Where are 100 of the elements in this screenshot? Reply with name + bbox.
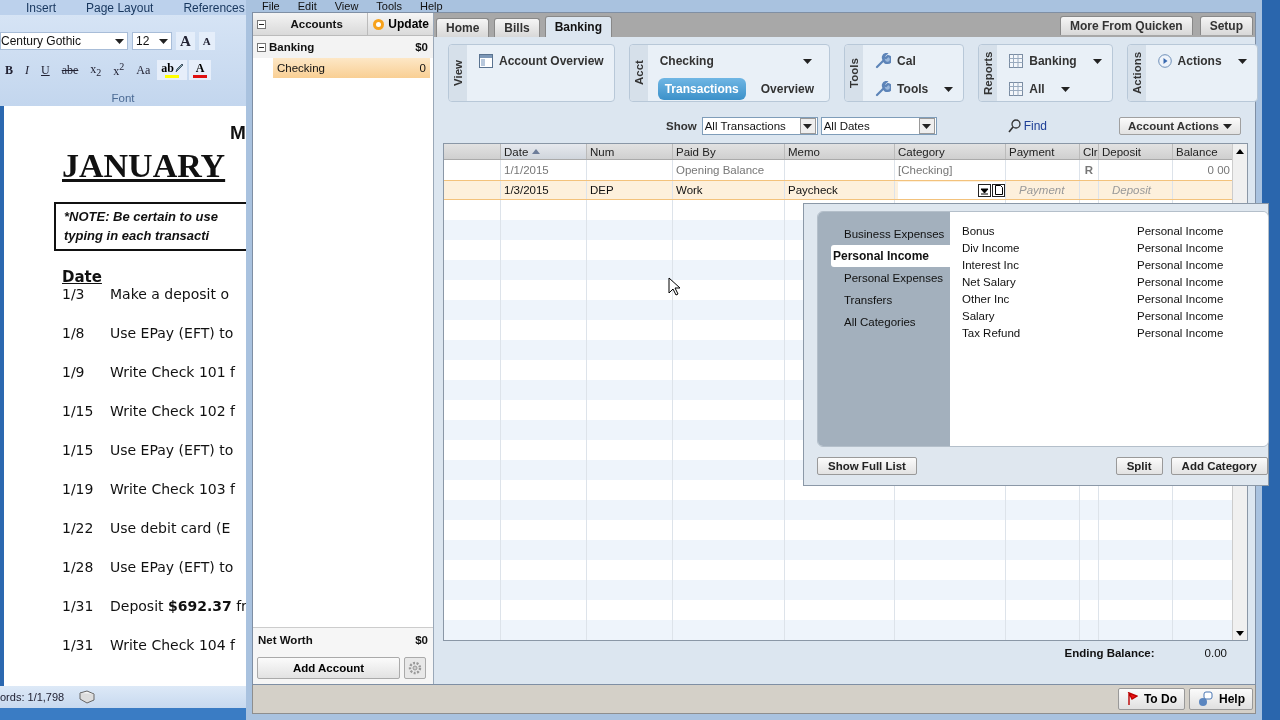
add-account-button[interactable]: Add Account [257,657,400,679]
help-button[interactable]: Help [1189,688,1253,710]
category-group[interactable]: Transfers [831,289,950,311]
document-icon[interactable] [992,183,1005,197]
toolbar-menu[interactable]: Tools [873,78,956,100]
format-button[interactable]: U [36,60,55,80]
view-toggle[interactable]: Overview [753,78,822,100]
pen-icon [175,63,184,73]
category-field[interactable] [898,181,1005,199]
entry-text: Make a deposit o [110,286,229,302]
category-type: Personal Income [1137,241,1224,254]
scroll-up-icon[interactable] [1236,148,1244,154]
toolbar-menu[interactable]: Banking [1007,50,1104,72]
entry-date: 1/9 [62,364,86,380]
update-icon [372,17,386,31]
collapse-icon[interactable] [257,19,266,29]
tab[interactable]: Bills [494,18,540,37]
category-name[interactable]: Interest Inc [962,258,1137,271]
tab[interactable]: More From Quicken [1059,16,1193,35]
format-button[interactable]: Aa [131,60,156,80]
dropdown-icon[interactable] [978,183,991,197]
toolbar-link[interactable]: Cal [873,50,918,72]
toolbar-link[interactable]: Account Overview [477,50,606,72]
scroll-down-icon[interactable] [1236,630,1244,636]
toolbar-menu[interactable]: All [1007,78,1072,100]
column-header[interactable]: Memo [784,144,894,159]
format-button[interactable]: x$^{2}$ [108,60,130,80]
column-header[interactable]: Category [894,144,1005,159]
tab[interactable]: Home [436,18,490,37]
caret-icon [922,123,932,129]
window-icon [479,54,493,68]
column-header[interactable]: Date [500,144,586,159]
word-count[interactable]: ords: 1/1,798 [0,691,65,703]
table-cell: 0 00 [1207,164,1230,176]
popup-button[interactable]: Split [1115,457,1163,475]
format-button[interactable]: x$_{2}$ [85,60,107,80]
group-title: Acct [629,45,648,101]
table-cell: DEP [590,184,614,196]
entry-date: 1/8 [62,325,86,341]
menu-item[interactable]: Edit [297,0,317,12]
font-color-button[interactable]: A [189,60,212,80]
grow-font-button[interactable]: A [176,32,195,50]
shrink-font-button[interactable]: A [198,32,215,50]
wrench-icon [875,81,892,97]
search-icon [1007,119,1021,133]
category-group[interactable]: All Categories [831,311,950,333]
entry-text: Deposit $692.37 fr [110,598,246,614]
popup-button[interactable]: Add Category [1170,457,1268,475]
grid-icon [1009,54,1024,68]
column-header[interactable]: Payment [1005,144,1079,159]
category-name[interactable]: Other Inc [962,292,1137,305]
category-type: Personal Income [1137,275,1224,288]
category-name[interactable]: Bonus [962,224,1137,237]
column-header[interactable]: Clr [1079,144,1098,159]
format-button[interactable]: I [20,60,34,80]
toolbar-menu[interactable]: Checking [657,50,814,72]
category-name[interactable]: Div Income [962,241,1137,254]
filter-dropdown[interactable]: All Transactions [701,117,818,135]
sort-icon[interactable] [532,149,541,154]
menu-item[interactable]: Tools [376,0,403,12]
tab[interactable]: Setup [1199,16,1253,35]
font-size-field[interactable]: 12 [132,32,172,50]
column-header[interactable]: Num [586,144,672,159]
category-type: Personal Income [1137,309,1224,322]
flag-icon [1125,692,1138,706]
category-group[interactable]: Personal Expenses [831,267,950,289]
entry-text: Write Check 102 f [110,403,236,419]
ribbon-tab[interactable]: Insert [26,1,56,15]
category-group[interactable]: Business Expenses [831,223,950,245]
ribbon-tab[interactable]: References [183,1,245,15]
category-type: Personal Income [1137,224,1224,237]
account-actions-button[interactable]: Account Actions [1119,117,1241,135]
format-button[interactable]: B [0,60,18,80]
todo-button[interactable]: To Do [1117,688,1185,710]
account-group[interactable]: Banking [269,41,413,53]
entry-text: Use EPay (EFT) to [110,325,234,341]
category-name[interactable]: Net Salary [962,275,1137,288]
filter-dropdown[interactable]: All Dates [820,117,937,135]
collapse-icon[interactable] [257,42,266,52]
font-name-field[interactable]: Century Gothic [0,32,128,50]
format-button[interactable]: abe [56,60,84,80]
ribbon-tab[interactable]: Page Layout [86,1,154,15]
group-title: Tools [845,45,864,101]
column-header[interactable]: Paid By [672,144,784,159]
category-group[interactable]: Personal Income [831,245,950,267]
column-header[interactable]: Deposit [1098,144,1172,159]
highlight-button[interactable]: ab [157,60,188,80]
category-name[interactable]: Tax Refund [962,326,1137,339]
account-item[interactable]: Checking 0 [273,58,430,78]
category-name[interactable]: Salary [962,309,1137,322]
show-full-list-button[interactable]: Show Full List [817,457,917,475]
menu-item[interactable]: View [334,0,359,12]
find-link[interactable]: Find [1001,118,1053,134]
menu-item[interactable]: Help [420,0,443,12]
category-type: Personal Income [1137,258,1224,271]
wrench-icon [875,53,892,69]
caret-icon [1223,123,1232,129]
tab[interactable]: Banking [544,16,613,37]
menu-item[interactable]: File [262,0,280,12]
toolbar-menu[interactable]: Actions [1155,50,1249,72]
